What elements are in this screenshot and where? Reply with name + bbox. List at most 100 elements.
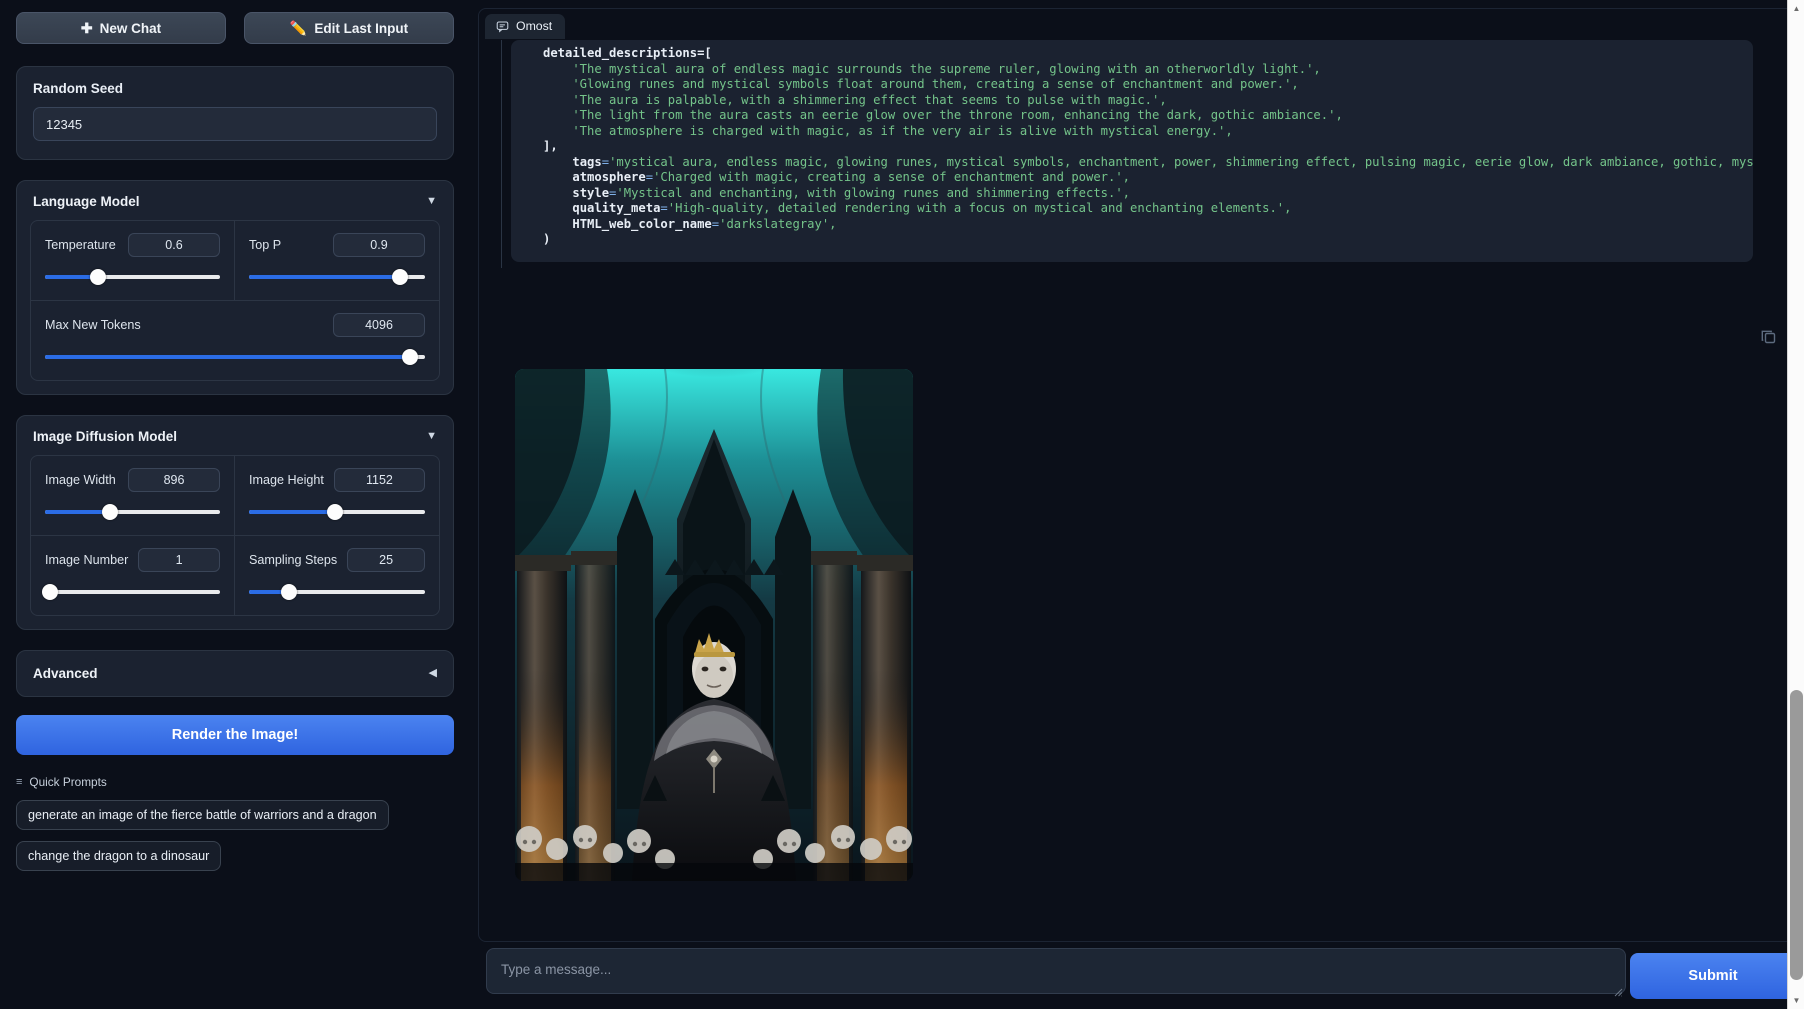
code-line-3: 'Glowing runes and mystical symbols floa… [543,77,1299,91]
param-image-width: Image Width 896 [31,456,235,536]
code-line-1: detailed_descriptions=[ [543,46,712,60]
code-key-tags: tags [572,154,602,169]
render-image-button[interactable]: Render the Image! [16,715,454,755]
random-seed-label: Random Seed [33,81,124,96]
slider-fill [45,510,110,514]
left-settings-panel: ✚ New Chat ✏️ Edit Last Input Random See… [0,0,470,1009]
slider-knob[interactable] [281,584,298,600]
tab-omost[interactable]: Omost [485,14,566,39]
top-button-row: ✚ New Chat ✏️ Edit Last Input [16,12,454,44]
image-number-value[interactable]: 1 [138,548,220,572]
random-seed-card: Random Seed [16,66,454,160]
scroll-down-arrow-icon[interactable]: ▼ [1788,992,1804,1009]
code-key-style: style [572,185,610,200]
max-new-tokens-label: Max New Tokens [45,318,141,332]
slider-knob[interactable] [89,269,106,285]
image-width-label: Image Width [45,473,116,487]
sampling-steps-label: Sampling Steps [249,553,338,567]
temperature-slider[interactable] [45,268,220,286]
advanced-accordion-header[interactable]: Advanced ◀ [16,650,454,697]
language-model-accordion-header[interactable]: Language Model ▼ [17,181,453,220]
top-p-value[interactable]: 0.9 [333,233,425,257]
new-chat-label: New Chat [99,20,162,36]
param-temperature: Temperature 0.6 [31,221,235,301]
top-p-slider[interactable] [249,268,425,286]
code-val-atmosphere: 'Charged with magic, creating a sense of… [653,170,1131,184]
generated-image[interactable] [515,369,913,881]
message-input[interactable] [486,948,1626,994]
scroll-up-arrow-icon[interactable]: ▲ [1788,0,1804,17]
copy-icon[interactable] [1759,327,1779,347]
list-icon: ≡ [16,776,23,788]
image-number-slider[interactable] [42,583,220,601]
image-number-label: Image Number [45,553,129,567]
sampling-steps-value[interactable]: 25 [347,548,425,572]
quick-prompts-heading: ≡ Quick Prompts [16,775,454,789]
temperature-label: Temperature [45,238,116,252]
scrollbar-thumb[interactable] [1790,690,1803,980]
advanced-title: Advanced [33,666,98,681]
sampling-steps-slider[interactable] [249,583,425,601]
submit-button[interactable]: Submit [1630,953,1796,999]
language-model-card: Language Model ▼ Temperature 0.6 Top P 0… [16,180,454,395]
slider-knob[interactable] [401,349,418,365]
image-height-slider[interactable] [249,503,425,521]
code-line-7: ], [543,139,558,153]
code-line-13: ) [543,232,551,246]
right-chat-panel: Omost detailed_descriptions=[ 'The mysti… [470,0,1804,1009]
code-text: detailed_descriptions=[ 'The mystical au… [511,46,1753,248]
slider-knob[interactable] [392,269,409,285]
chevron-down-icon[interactable]: ▼ [426,431,437,442]
quick-prompts-label: Quick Prompts [29,775,107,789]
slider-fill [249,510,336,514]
quick-prompts-list: generate an image of the fierce battle o… [16,800,454,882]
image-height-label: Image Height [249,473,324,487]
chevron-left-icon[interactable]: ◀ [429,668,437,679]
language-model-title: Language Model [33,194,140,209]
tab-omost-label: Omost [516,19,553,33]
code-key-html-web-color-name: HTML_web_color_name [572,216,712,231]
chat-tab-strip: Omost [485,14,566,39]
param-image-height: Image Height 1152 [235,456,439,536]
code-val-style: 'Mystical and enchanting, with glowing r… [616,185,1131,200]
image-width-value[interactable]: 896 [128,468,220,492]
chat-scroll-area: Omost detailed_descriptions=[ 'The mysti… [478,8,1796,942]
code-output-block: detailed_descriptions=[ 'The mystical au… [511,40,1753,262]
chat-bubble-icon [496,20,509,33]
quick-prompt-item[interactable]: change the dragon to a dinosaur [16,841,222,871]
page-scrollbar[interactable]: ▲ ▼ [1787,0,1804,1009]
param-image-number: Image Number 1 [31,536,235,615]
code-line-4: 'The aura is palpable, with a shimmering… [543,92,1167,107]
chevron-down-icon[interactable]: ▼ [426,196,437,207]
slider-knob[interactable] [42,584,59,600]
image-diffusion-title: Image Diffusion Model [33,429,178,444]
app-root: ✚ New Chat ✏️ Edit Last Input Random See… [0,0,1804,1009]
code-equals: = [601,154,610,169]
quick-prompt-item[interactable]: generate an image of the fierce battle o… [16,800,389,830]
temperature-value[interactable]: 0.6 [128,233,220,257]
image-diffusion-accordion-header[interactable]: Image Diffusion Model ▼ [17,416,453,455]
code-val-quality-meta: 'High-quality, detailed rendering with a… [667,201,1292,215]
code-key-quality-meta: quality_meta [572,201,661,215]
language-model-params: Temperature 0.6 Top P 0.9 Max New Tokens… [30,220,440,381]
max-new-tokens-slider[interactable] [45,348,425,366]
code-val-tags: 'mystical aura, endless magic, glowing r… [609,154,1753,169]
message-input-wrapper [486,948,1626,999]
top-p-label: Top P [249,238,282,252]
image-diffusion-params: Image Width 896 Image Height 1152 Image … [30,455,440,616]
slider-knob[interactable] [327,504,344,520]
image-height-value[interactable]: 1152 [333,468,425,492]
random-seed-input[interactable] [33,107,437,141]
slider-knob[interactable] [101,504,118,520]
pencil-icon: ✏️ [289,20,308,36]
max-new-tokens-value[interactable]: 4096 [333,313,425,337]
generated-image-artwork [515,369,913,881]
edit-last-input-label: Edit Last Input [314,20,409,36]
image-width-slider[interactable] [45,503,220,521]
edit-last-input-button[interactable]: ✏️ Edit Last Input [244,12,454,44]
new-chat-button[interactable]: ✚ New Chat [16,12,226,44]
code-equals: = [660,201,668,215]
composer: Submit [478,948,1804,1009]
code-line-2: 'The mystical aura of endless magic surr… [543,61,1321,76]
code-line-5: 'The light from the aura casts an eerie … [543,108,1343,122]
